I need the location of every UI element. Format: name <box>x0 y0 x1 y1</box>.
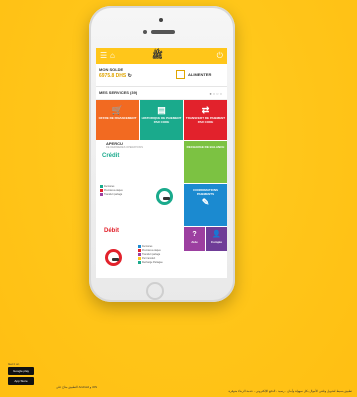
app-store-badge[interactable]: App Store <box>8 377 34 385</box>
services-header: MES SERVICES (39) ●○○○ <box>96 87 227 100</box>
basket-icon: 🛒 <box>111 105 124 115</box>
debit-donut-chart[interactable] <box>105 249 122 266</box>
tile-label: Compte <box>210 240 223 244</box>
debit-legend: Dernières Premières étapes Transfert par… <box>138 245 163 265</box>
store-caption: Get it on <box>8 362 20 366</box>
tile-financing[interactable]: 🛒 OFFRE DE FINANCEMENT <box>96 100 139 140</box>
tile-help[interactable]: ? Aide <box>184 227 205 251</box>
refresh-icon[interactable]: ↻ <box>128 73 132 79</box>
tile-payment-history[interactable]: ▤ HISTORIQUE DE PAIEMENT PAR CODE <box>140 100 183 140</box>
top-bar: ☰ ⌂ ﷺ ⏻ <box>96 48 227 64</box>
home-icon[interactable]: ⌂ <box>110 51 115 60</box>
balance-amount: 6975.8 DHS ↻ <box>99 73 132 79</box>
tile-label: CONFIRMATIONS PAIEMENTS <box>192 188 219 196</box>
speaker-grille <box>151 30 175 34</box>
credit-legend: Dernières Premières étapes Transfert par… <box>100 185 123 197</box>
power-icon[interactable]: ⏻ <box>217 51 223 61</box>
transfer-icon: ⇄ <box>201 105 210 115</box>
list-icon: ▤ <box>157 105 166 115</box>
donut-center-icon <box>163 197 170 200</box>
tile-label: HISTORIQUE DE PAIEMENT PAR CODE <box>141 116 182 124</box>
app-screen: ☰ ⌂ ﷺ ⏻ MON SOLDE 6975.8 DHS ↻ ALIMENTER… <box>96 48 227 278</box>
credit-label: Crédit <box>102 153 120 159</box>
footer-availability-text: التطبيق متاح على Android و iOS <box>56 385 98 389</box>
wallet-icon[interactable] <box>176 70 185 79</box>
pager-dots[interactable]: ●○○○ <box>209 91 223 96</box>
pen-icon: ✎ <box>201 197 210 207</box>
google-play-badge[interactable]: Google play <box>8 367 34 375</box>
legend-item: Transfert partagé <box>100 193 123 197</box>
phone-mockup: ☰ ⌂ ﷺ ⏻ MON SOLDE 6975.8 DHS ↻ ALIMENTER… <box>89 6 235 302</box>
question-icon: ? <box>192 231 197 238</box>
services-title: MES SERVICES (39) <box>99 90 138 95</box>
sensor-dot <box>143 30 147 34</box>
tile-account[interactable]: 👤 Compte <box>206 227 227 251</box>
tile-label: OFFRE DE FINANCEMENT <box>98 116 137 120</box>
home-button[interactable] <box>146 282 164 300</box>
balance-label: MON SOLDE <box>99 67 124 72</box>
camera-dot <box>159 18 163 22</box>
debit-label: Débit <box>104 228 119 234</box>
donut-center-icon <box>112 258 119 261</box>
user-icon: 👤 <box>212 231 221 238</box>
tile-label: RECHARGE DE BALANCE <box>186 145 225 149</box>
store-badges: Get it on Google play App Store <box>8 362 34 387</box>
balance-panel: MON SOLDE 6975.8 DHS ↻ ALIMENTER <box>96 64 227 87</box>
legend-item: Recharge Partagée <box>138 261 163 265</box>
app-logo: ﷺ <box>152 50 163 60</box>
overview-subtitle: DE DERNIERES OPERATIONS <box>106 146 143 149</box>
overview-panel: APERCU DE DERNIERES OPERATIONS Crédit De… <box>96 141 183 278</box>
tile-label: Aide <box>191 240 198 244</box>
menu-icon[interactable]: ☰ <box>100 52 107 60</box>
recharge-button[interactable]: ALIMENTER <box>188 72 211 77</box>
credit-donut-chart[interactable] <box>156 188 173 205</box>
tile-payment-transfer[interactable]: ⇄ TRANSFERT DE PAIEMENT PAR CODE <box>184 100 227 140</box>
tile-payment-confirmations[interactable]: CONFIRMATIONS PAIEMENTS ✎ <box>184 184 227 226</box>
footer-description: تطبيق بسيط لتحويل وتلقي الأموال بكل سهول… <box>228 389 353 393</box>
tile-label: TRANSFERT DE PAIEMENT PAR CODE <box>185 116 226 124</box>
tile-balance-recharge[interactable]: RECHARGE DE BALANCE <box>184 141 227 183</box>
